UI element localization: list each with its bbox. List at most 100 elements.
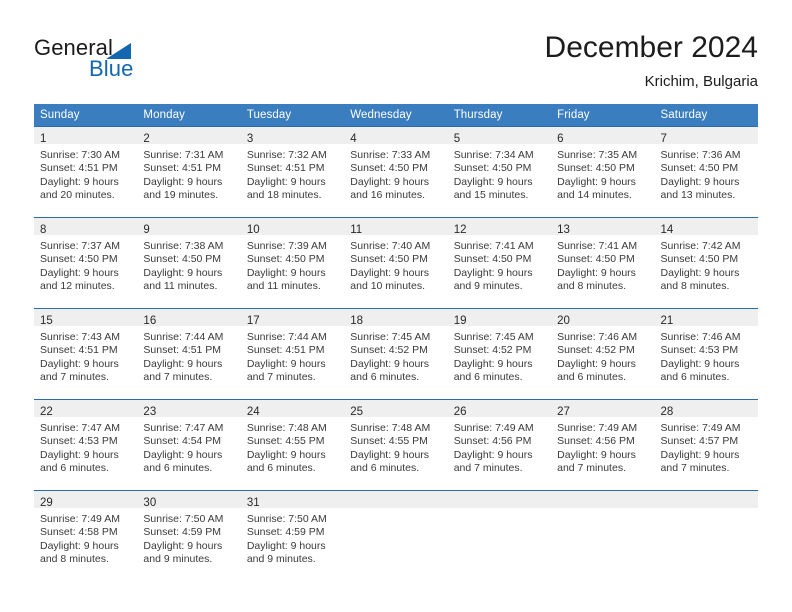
calendar-day-cell[interactable]: 28 Sunrise: 7:49 AM Sunset: 4:57 PM Dayligh… (654, 399, 758, 491)
day-details: Sunrise: 7:37 AM Sunset: 4:50 PM Daylight:… (34, 235, 137, 294)
daylight-text-line1: Daylight: 9 hours (660, 266, 740, 279)
calendar-day-cell[interactable]: 18 Sunrise: 7:45 AM Sunset: 4:52 PM Dayligh… (344, 308, 448, 400)
day-number: 4 (350, 133, 357, 145)
day-number-strip: 14 (654, 218, 758, 236)
day-number-strip: 10 (240, 218, 345, 236)
daylight-text-line1: Daylight: 9 hours (246, 266, 326, 279)
calendar-day-cell[interactable]: 23 Sunrise: 7:47 AM Sunset: 4:54 PM Dayligh… (137, 399, 241, 491)
day-number-strip (447, 491, 552, 508)
sunrise-text: Sunrise: 7:44 AM (246, 331, 327, 343)
daylight-text-line1: Daylight: 9 hours (660, 175, 740, 188)
day-number: 2 (143, 133, 150, 145)
daylight-text-line1: Daylight: 9 hours (350, 266, 430, 279)
day-number-strip: 3 (240, 127, 345, 145)
daylight-text-line1: Daylight: 9 hours (453, 175, 533, 188)
daylight-text-line1: Daylight: 9 hours (453, 266, 533, 279)
calendar-day-cell[interactable]: 24 Sunrise: 7:48 AM Sunset: 4:55 PM Dayligh… (240, 399, 345, 491)
calendar-day-cell[interactable]: 29 Sunrise: 7:49 AM Sunset: 4:58 PM Dayligh… (34, 490, 138, 581)
calendar-day-cell[interactable]: 16 Sunrise: 7:44 AM Sunset: 4:51 PM Dayligh… (137, 308, 241, 400)
calendar-week-row: 1 Sunrise: 7:30 AM Sunset: 4:51 PM Daylight… (34, 126, 758, 218)
day-number: 21 (660, 315, 674, 327)
daylight-text-line1: Daylight: 9 hours (453, 357, 533, 370)
day-number-strip: 29 (34, 491, 138, 509)
sunrise-text: Sunrise: 7:49 AM (557, 422, 638, 434)
day-details: Sunrise: 7:36 AM Sunset: 4:50 PM Daylight:… (655, 144, 758, 203)
calendar-day-cell[interactable]: 7 Sunrise: 7:36 AM Sunset: 4:50 PM Daylight… (654, 126, 758, 218)
calendar-day-cell[interactable]: 22 Sunrise: 7:47 AM Sunset: 4:53 PM Dayligh… (34, 399, 138, 491)
page-subtitle: Krichim, Bulgaria (644, 73, 758, 90)
sunrise-text: Sunrise: 7:49 AM (40, 513, 120, 525)
day-details: Sunrise: 7:35 AM Sunset: 4:50 PM Daylight:… (551, 144, 654, 203)
day-number-strip: 26 (447, 400, 552, 418)
calendar-day-cell[interactable]: 2 Sunrise: 7:31 AM Sunset: 4:51 PM Daylight… (137, 126, 241, 218)
calendar-day-cell[interactable]: 31 Sunrise: 7:50 AM Sunset: 4:59 PM Dayligh… (240, 490, 345, 581)
daylight-text-line1: Daylight: 9 hours (350, 357, 430, 370)
calendar-day-cell[interactable]: 27 Sunrise: 7:49 AM Sunset: 4:56 PM Dayligh… (551, 399, 655, 491)
sunset-text: Sunset: 4:59 PM (246, 526, 325, 539)
calendar-day-cell[interactable]: 26 Sunrise: 7:49 AM Sunset: 4:56 PM Dayligh… (447, 399, 552, 491)
sunrise-text: Sunrise: 7:50 AM (246, 513, 327, 525)
calendar-day-cell[interactable]: 13 Sunrise: 7:41 AM Sunset: 4:50 PM Dayligh… (551, 217, 655, 309)
brand-logo[interactable]: General Blue (34, 36, 254, 86)
calendar-day-cell[interactable]: 25 Sunrise: 7:48 AM Sunset: 4:55 PM Dayligh… (344, 399, 448, 491)
day-details: Sunrise: 7:31 AM Sunset: 4:51 PM Daylight:… (137, 144, 240, 203)
calendar-day-cell[interactable]: 6 Sunrise: 7:35 AM Sunset: 4:50 PM Daylight… (551, 126, 655, 218)
day-number-strip: 13 (551, 218, 655, 236)
sunset-text: Sunset: 4:54 PM (143, 435, 222, 448)
day-number-strip: 27 (551, 400, 655, 418)
calendar-day-cell[interactable]: 4 Sunrise: 7:33 AM Sunset: 4:50 PM Daylight… (344, 126, 448, 218)
calendar-day-cell[interactable]: 5 Sunrise: 7:34 AM Sunset: 4:50 PM Daylight… (447, 126, 552, 218)
sunrise-text: Sunrise: 7:32 AM (246, 149, 327, 161)
day-details: Sunrise: 7:47 AM Sunset: 4:53 PM Daylight:… (34, 417, 137, 476)
day-details: Sunrise: 7:46 AM Sunset: 4:52 PM Daylight:… (551, 326, 654, 385)
calendar-day-cell[interactable]: 17 Sunrise: 7:44 AM Sunset: 4:51 PM Dayligh… (240, 308, 345, 400)
sunset-text: Sunset: 4:51 PM (143, 162, 222, 175)
daylight-text-line1: Daylight: 9 hours (40, 357, 119, 370)
day-number: 13 (557, 224, 570, 236)
calendar-day-cell[interactable]: 19 Sunrise: 7:45 AM Sunset: 4:52 PM Dayligh… (447, 308, 552, 400)
day-number-strip (344, 491, 448, 508)
day-details: Sunrise: 7:45 AM Sunset: 4:52 PM Daylight:… (344, 326, 447, 385)
weekday-header-wednesday: Wednesday (344, 104, 448, 127)
brand-name-blue: Blue (89, 56, 134, 81)
daylight-text-line2: and 6 minutes. (557, 371, 626, 384)
weekday-header-sunday: Sunday (34, 104, 138, 127)
day-number: 29 (40, 497, 53, 509)
calendar-day-cell[interactable]: 30 Sunrise: 7:50 AM Sunset: 4:59 PM Dayligh… (137, 490, 241, 581)
calendar-day-cell[interactable]: 3 Sunrise: 7:32 AM Sunset: 4:51 PM Daylight… (240, 126, 345, 218)
calendar-day-cell[interactable]: 15 Sunrise: 7:43 AM Sunset: 4:51 PM Dayligh… (34, 308, 138, 400)
daylight-text-line1: Daylight: 9 hours (660, 448, 740, 461)
daylight-text-line1: Daylight: 9 hours (40, 175, 119, 188)
day-number: 22 (40, 406, 53, 418)
calendar-day-cell[interactable]: 20 Sunrise: 7:46 AM Sunset: 4:52 PM Dayligh… (551, 308, 655, 400)
calendar-day-cell[interactable]: 10 Sunrise: 7:39 AM Sunset: 4:50 PM Dayligh… (240, 217, 345, 309)
daylight-text-line1: Daylight: 9 hours (40, 448, 119, 461)
day-number: 27 (557, 406, 570, 418)
daylight-text-line2: and 6 minutes. (350, 462, 420, 475)
daylight-text-line1: Daylight: 9 hours (557, 448, 636, 461)
sunrise-text: Sunrise: 7:36 AM (660, 149, 741, 161)
sunrise-text: Sunrise: 7:44 AM (143, 331, 224, 343)
calendar-day-cell[interactable]: 12 Sunrise: 7:41 AM Sunset: 4:50 PM Dayligh… (447, 217, 552, 309)
day-number-strip: 11 (344, 218, 448, 236)
sunrise-text: Sunrise: 7:45 AM (453, 331, 534, 343)
daylight-text-line1: Daylight: 9 hours (143, 448, 223, 461)
calendar-day-cell[interactable]: 21 Sunrise: 7:46 AM Sunset: 4:53 PM Dayligh… (654, 308, 758, 400)
sunset-text: Sunset: 4:50 PM (557, 162, 635, 175)
day-number-strip: 9 (137, 218, 241, 236)
calendar-day-cell[interactable]: 14 Sunrise: 7:42 AM Sunset: 4:50 PM Dayligh… (654, 217, 758, 309)
day-number: 14 (660, 224, 674, 236)
day-number: 25 (350, 406, 364, 418)
day-number: 28 (660, 406, 674, 418)
day-number-strip: 6 (551, 127, 655, 145)
calendar-day-cell[interactable]: 9 Sunrise: 7:38 AM Sunset: 4:50 PM Daylight… (137, 217, 241, 309)
calendar-day-cell[interactable]: 8 Sunrise: 7:37 AM Sunset: 4:50 PM Daylight… (34, 217, 138, 309)
calendar-day-cell[interactable]: 1 Sunrise: 7:30 AM Sunset: 4:51 PM Daylight… (34, 126, 138, 218)
sunrise-text: Sunrise: 7:43 AM (40, 331, 120, 343)
daylight-text-line1: Daylight: 9 hours (350, 175, 430, 188)
sunrise-text: Sunrise: 7:50 AM (143, 513, 224, 525)
calendar-body: 1 Sunrise: 7:30 AM Sunset: 4:51 PM Daylight… (34, 126, 758, 581)
daylight-text-line2: and 14 minutes. (557, 189, 632, 202)
day-number: 16 (143, 315, 157, 327)
calendar-day-cell[interactable]: 11 Sunrise: 7:40 AM Sunset: 4:50 PM Dayligh… (344, 217, 448, 309)
